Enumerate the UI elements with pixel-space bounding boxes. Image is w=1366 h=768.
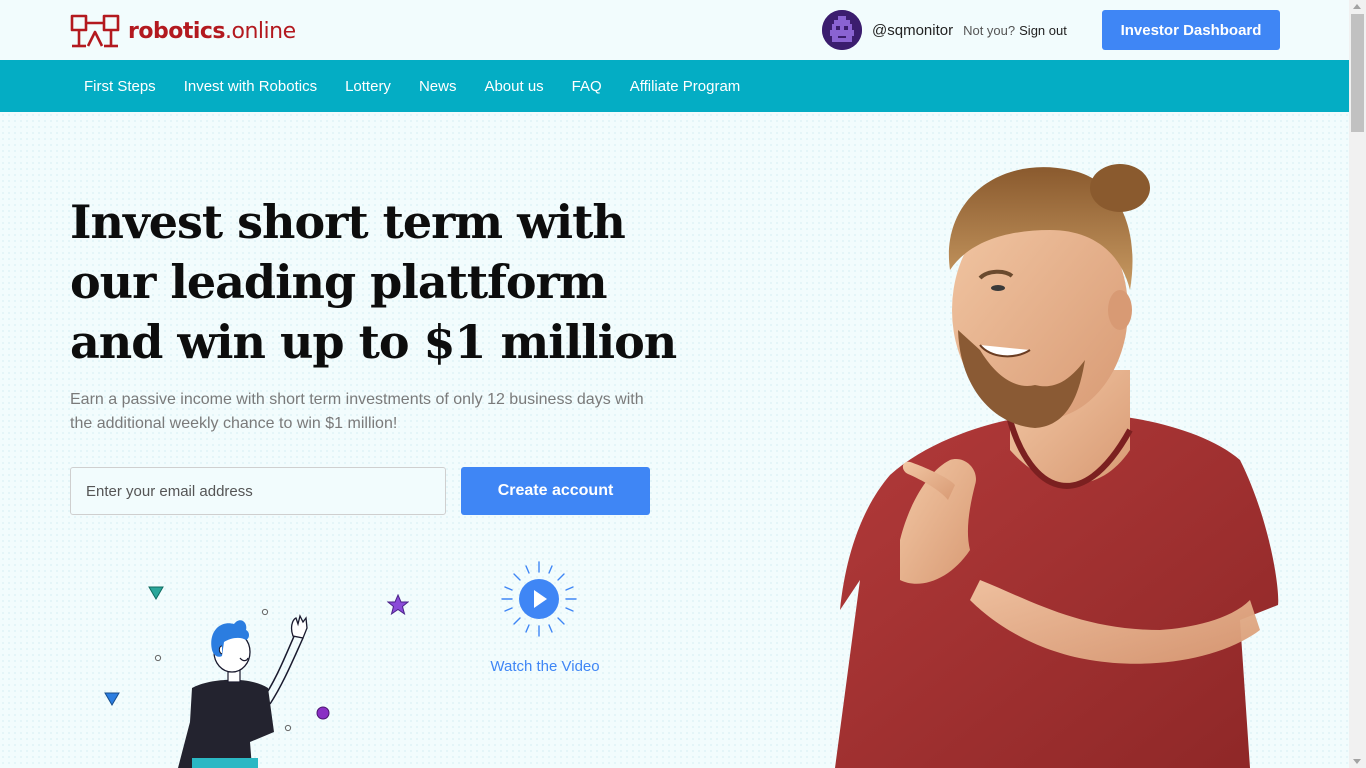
not-you-label: Not you? (963, 22, 1016, 38)
user-area: @sqmonitor Not you? Sign out (822, 10, 1067, 50)
scroll-down-arrow-icon[interactable] (1353, 759, 1361, 764)
site-logo[interactable]: robotics.online (70, 12, 296, 50)
pixel-avatar-icon (822, 10, 862, 50)
main-nav: First Steps Invest with Robotics Lottery… (0, 60, 1349, 112)
waving-person-illustration (178, 614, 308, 768)
create-account-button[interactable]: Create account (461, 467, 650, 515)
scroll-up-arrow-icon[interactable] (1353, 4, 1361, 9)
headline-line-2: our leading plattform (70, 255, 608, 309)
nav-item-about-us[interactable]: About us (470, 60, 557, 112)
page-scrollbar[interactable] (1349, 0, 1366, 768)
nav-item-news[interactable]: News (405, 60, 471, 112)
nav-item-first-steps[interactable]: First Steps (70, 60, 170, 112)
scroll-thumb[interactable] (1351, 14, 1364, 132)
top-bar: robotics.online @sqmonitor Not you? Sign… (0, 0, 1349, 60)
investor-dashboard-button[interactable]: Investor Dashboard (1102, 10, 1280, 50)
email-input[interactable] (70, 467, 446, 515)
page: robotics.online @sqmonitor Not you? Sign… (0, 0, 1349, 768)
play-icon (501, 561, 577, 637)
pointing-man-photo (835, 164, 1279, 768)
robot-logo-icon (70, 14, 120, 48)
headline-line-3: and win up to $1 million (70, 315, 677, 369)
nav-item-affiliate-program[interactable]: Affiliate Program (616, 60, 755, 112)
star-decoration-icon (387, 594, 409, 616)
watch-video-label: Watch the Video (490, 658, 600, 675)
nav-item-lottery[interactable]: Lottery (331, 60, 405, 112)
username: @sqmonitor (872, 21, 954, 39)
nav-item-faq[interactable]: FAQ (558, 60, 616, 112)
hero-section: Invest short term with our leading platt… (0, 112, 1349, 768)
avatar[interactable] (822, 10, 862, 50)
logo-text: robotics.online (128, 18, 296, 44)
hero-subtext: Earn a passive income with short term in… (70, 391, 644, 432)
nav-list: First Steps Invest with Robotics Lottery… (0, 60, 1349, 112)
headline-line-1: Invest short term with (70, 195, 626, 249)
sign-out-link[interactable]: Sign out (1019, 23, 1067, 38)
nav-item-invest-with-robotics[interactable]: Invest with Robotics (170, 60, 331, 112)
hero-headline: Invest short term with our leading platt… (70, 192, 690, 372)
watch-video-link[interactable]: Watch the Video (490, 560, 600, 680)
